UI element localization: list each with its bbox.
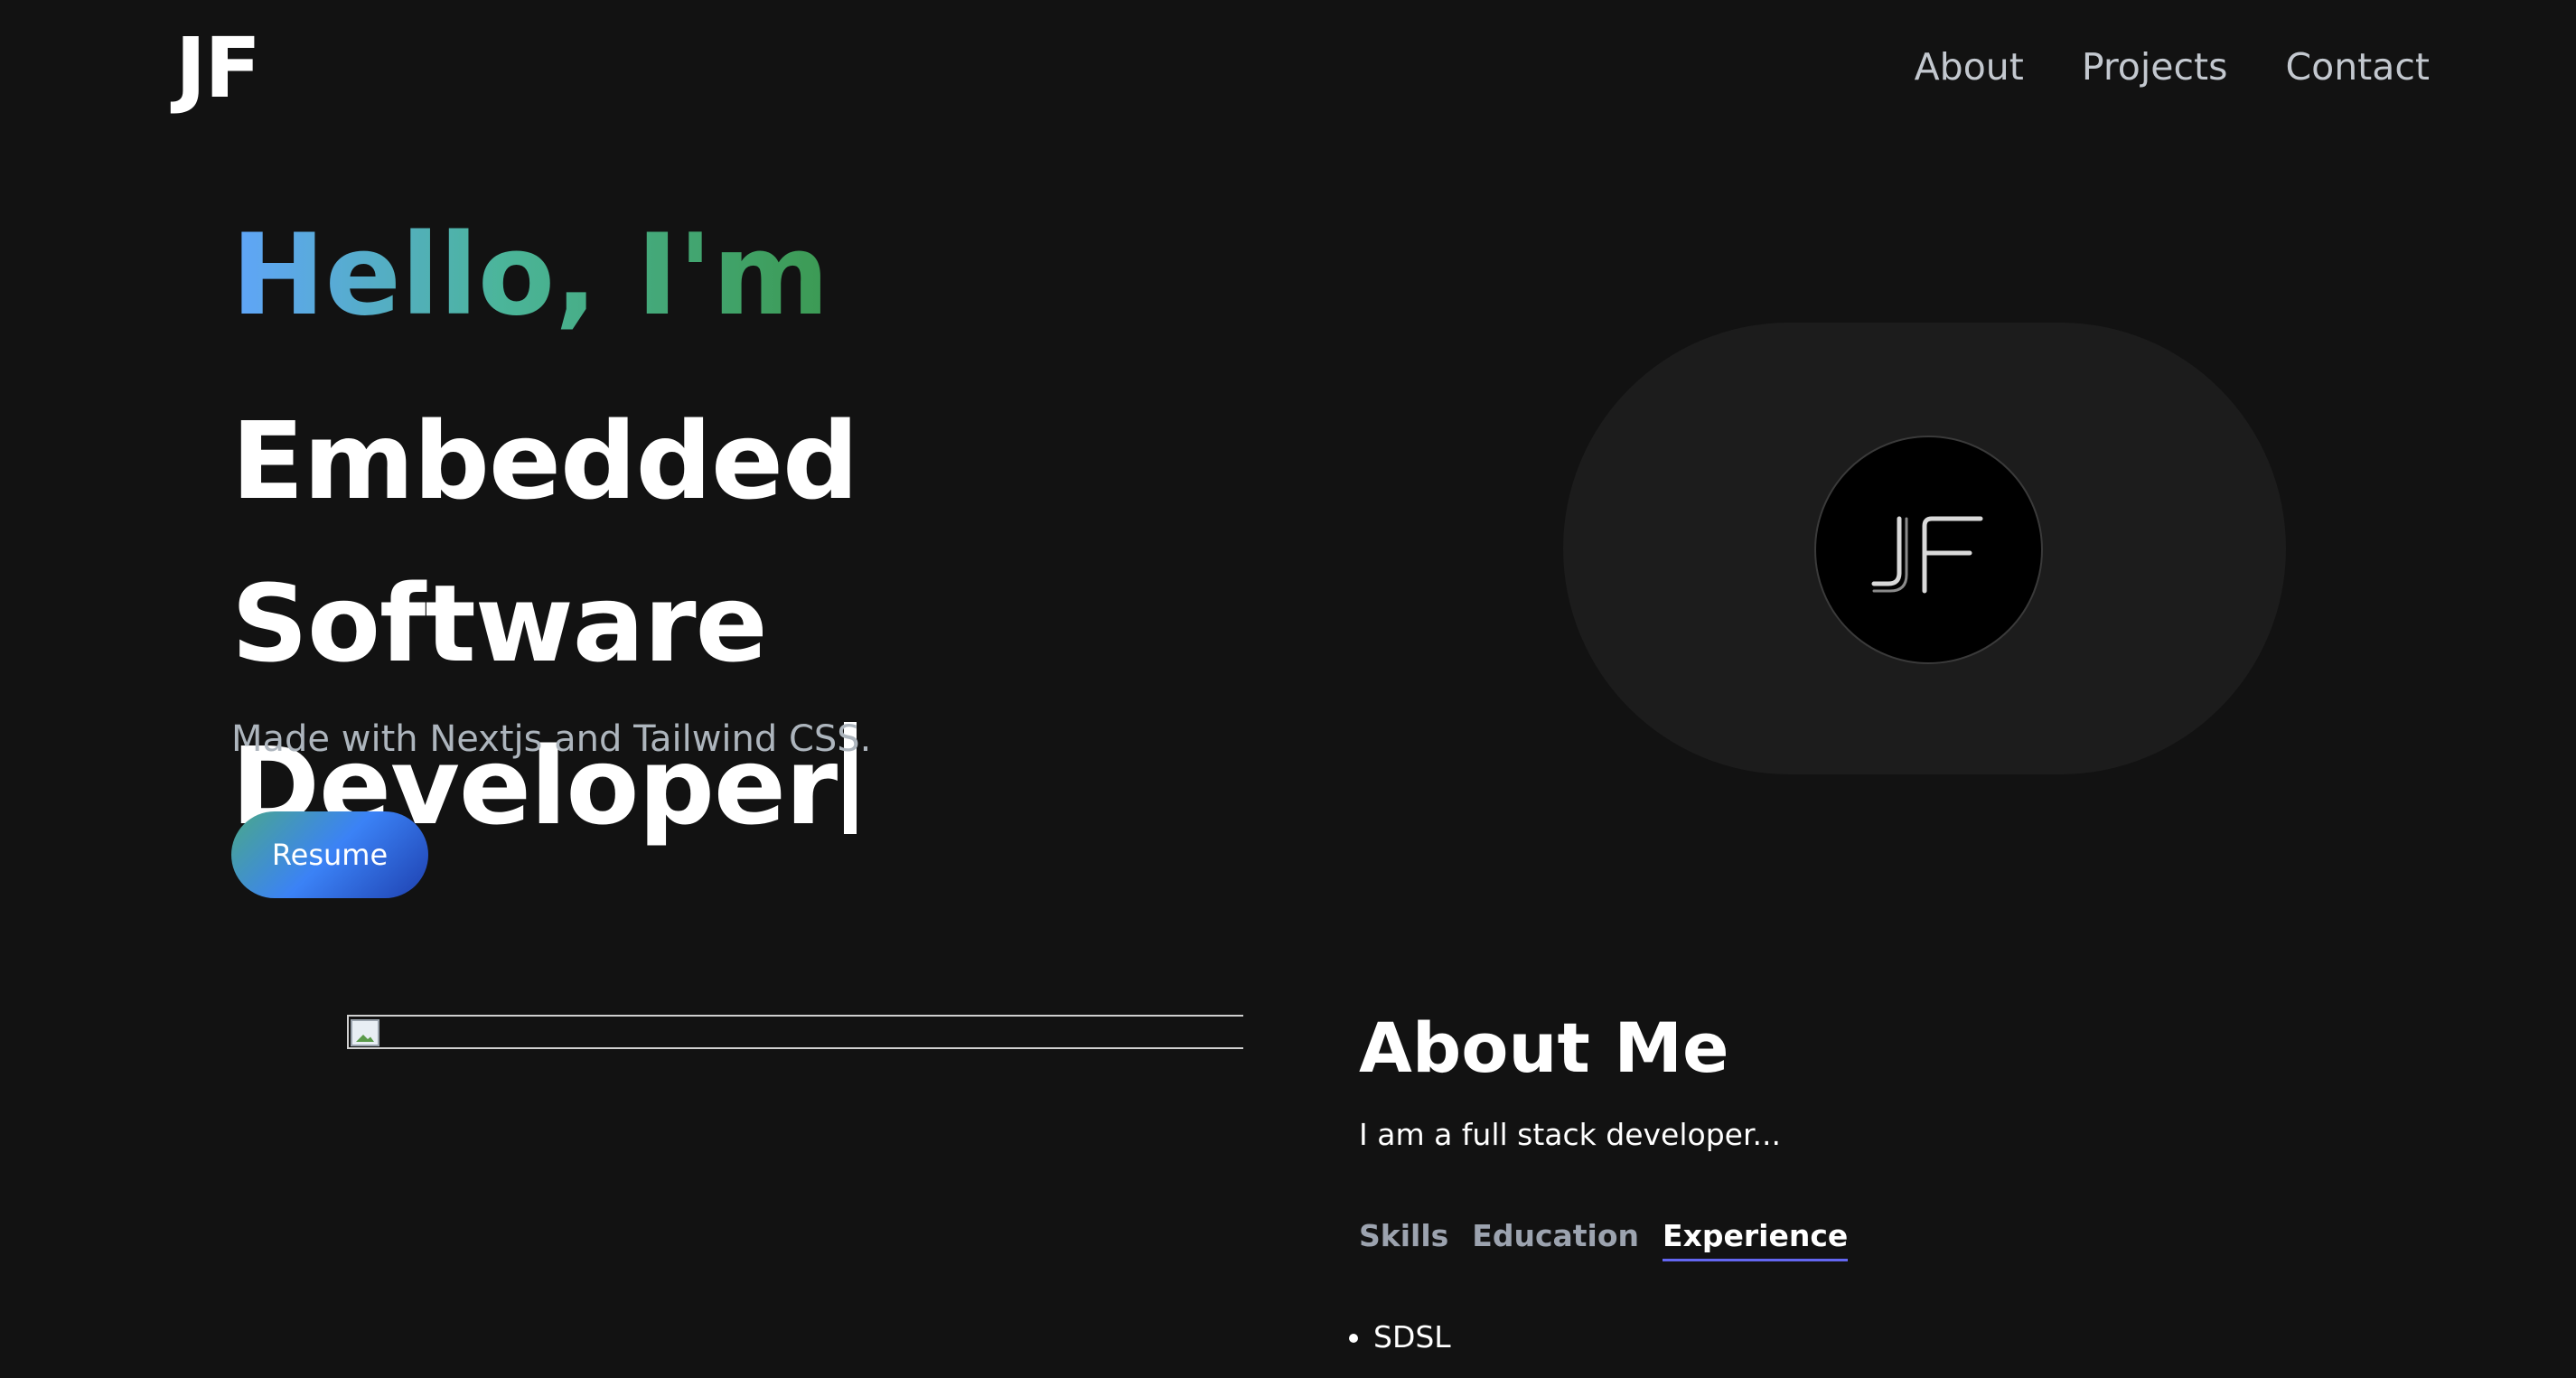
about-tabs: Skills Education Experience xyxy=(1359,1218,1849,1261)
about-text: I am a full stack developer... xyxy=(1359,1117,1781,1152)
avatar: JF xyxy=(1814,436,2043,664)
hero-greeting: Hello, I'm xyxy=(231,211,829,341)
site-logo[interactable]: JF xyxy=(175,27,261,110)
nav-link-about[interactable]: About xyxy=(1915,45,2024,89)
svg-text:JF: JF xyxy=(1816,437,1817,438)
nav-links: About Projects Contact xyxy=(1915,45,2430,89)
about-title: About Me xyxy=(1359,1008,1729,1088)
nav-link-contact[interactable]: Contact xyxy=(2285,45,2430,89)
hero-subtitle: Made with Nextjs and Tailwind CSS. xyxy=(231,718,872,760)
experience-list: SDSL xyxy=(1346,1319,1451,1355)
hero-title-text: Embedded Software Developer xyxy=(231,398,858,848)
list-item: SDSL xyxy=(1373,1319,1451,1355)
hero-title: Embedded Software Developer xyxy=(231,380,1406,867)
about-image xyxy=(347,1015,1243,1049)
broken-image-icon xyxy=(351,1019,379,1046)
tab-experience[interactable]: Experience xyxy=(1663,1218,1849,1261)
nav-link-projects[interactable]: Projects xyxy=(2082,45,2228,89)
jf-monogram-icon: JF xyxy=(1816,437,1983,594)
resume-button[interactable]: Resume xyxy=(231,811,428,898)
navbar: JF About Projects Contact xyxy=(0,0,2576,145)
tab-skills[interactable]: Skills xyxy=(1359,1218,1448,1261)
tab-education[interactable]: Education xyxy=(1472,1218,1639,1261)
